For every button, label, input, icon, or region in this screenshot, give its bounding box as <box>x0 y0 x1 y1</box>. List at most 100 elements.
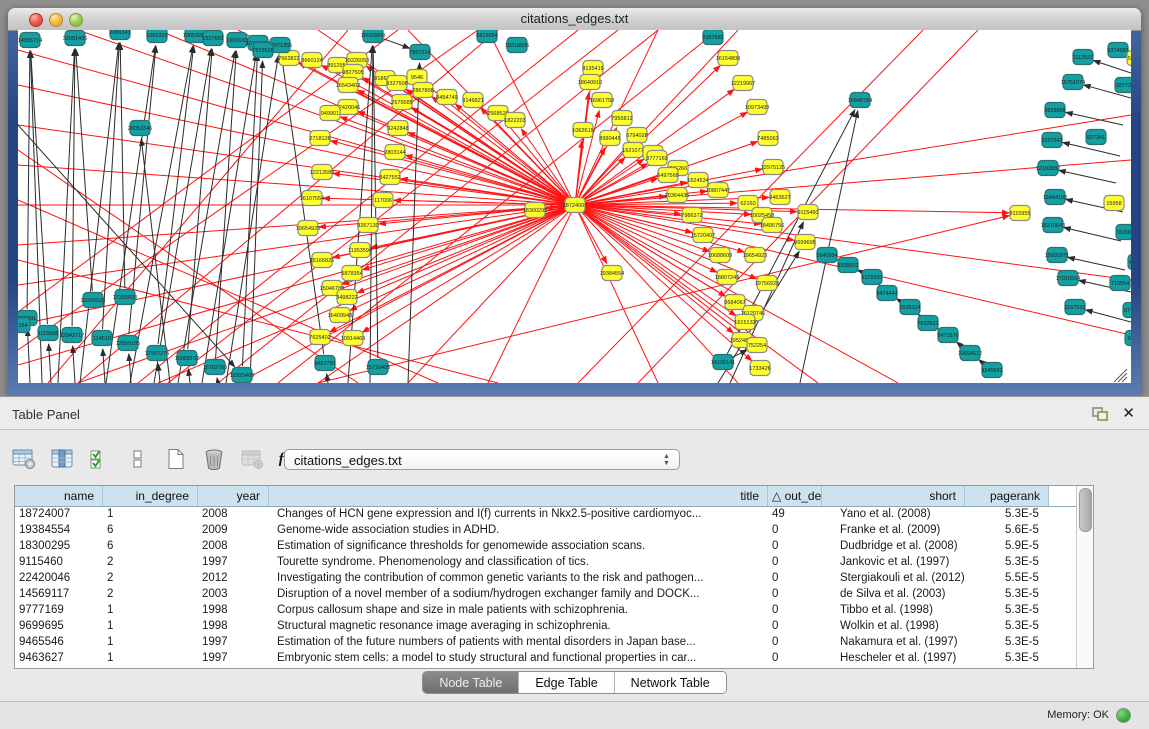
table-cell[interactable]: 1 <box>103 619 198 635</box>
table-cell[interactable]: 9777169 <box>15 603 103 619</box>
table-cell[interactable]: 6 <box>103 539 198 555</box>
graph-node[interactable]: 12444158 <box>1043 190 1067 205</box>
table-row[interactable]: 946362711997Embryonic stem cells: a mode… <box>15 651 1077 667</box>
graph-node[interactable]: 9242848 <box>387 121 408 136</box>
tab-node-table[interactable]: Node Table <box>423 672 519 693</box>
table-cell[interactable]: 9465546 <box>15 635 103 651</box>
table-cell[interactable]: 18300295 <box>15 539 103 555</box>
table-row[interactable]: 2242004622012Investigating the contribut… <box>15 571 1077 587</box>
graph-node[interactable]: 19218506 <box>505 38 529 53</box>
table-cell[interactable]: 1998 <box>198 619 269 635</box>
table-cell[interactable]: Yano et al. (2008) <box>822 507 965 523</box>
graph-node[interactable]: 8454749 <box>436 90 457 105</box>
table-cell[interactable]: Franke et al. (2009) <box>822 523 965 539</box>
graph-node[interactable]: 15958 <box>1104 196 1124 211</box>
new-table-icon[interactable] <box>162 445 190 473</box>
graph-node[interactable]: 15716485 <box>366 360 390 375</box>
graph-node[interactable]: 114519 <box>92 331 112 346</box>
graph-node[interactable]: 15751074 <box>1061 75 1085 90</box>
graph-node[interactable]: 10654112 <box>958 346 982 361</box>
graph-node[interactable]: 17016504 <box>1056 271 1080 286</box>
graph-node[interactable]: 7857224 <box>409 45 430 60</box>
close-panel-icon[interactable]: ✕ <box>1122 404 1135 422</box>
table-cell[interactable]: Tourette syndrome. Phenomenology and cla… <box>269 555 768 571</box>
graph-node[interactable]: 8267130 <box>357 218 378 233</box>
table-cell[interactable]: Dudbridge et al. (2008) <box>822 539 965 555</box>
table-cell[interactable]: 5.3E-5 <box>965 603 1049 619</box>
table-cell[interactable]: 0 <box>768 555 822 571</box>
table-cell[interactable]: 1997 <box>198 651 269 667</box>
table-cell[interactable]: 1 <box>103 635 198 651</box>
graph-node[interactable]: 10914469 <box>341 331 365 346</box>
graph-node[interactable]: 7955812 <box>611 111 632 126</box>
graph-node[interactable]: 927734 <box>1115 78 1131 93</box>
table-row[interactable]: 1830029562008Estimation of significance … <box>15 539 1077 555</box>
graph-node[interactable]: 1624534 <box>687 173 708 188</box>
delete-icon[interactable] <box>200 445 228 473</box>
graph-node[interactable]: 12505185 <box>116 336 140 351</box>
table-cell[interactable]: 5.5E-5 <box>965 571 1049 587</box>
graph-node[interactable]: 10688609 <box>708 248 732 263</box>
tab-network-table[interactable]: Network Table <box>615 672 726 693</box>
graph-node[interactable]: 12975125 <box>761 160 785 175</box>
graph-node[interactable]: 9327508 <box>386 76 407 91</box>
table-row[interactable]: 946554611997Estimation of the future num… <box>15 635 1077 651</box>
table-cell[interactable]: 14569117 <box>15 587 103 603</box>
float-panel-icon[interactable] <box>1091 406 1109 422</box>
graph-node[interactable]: 15720407 <box>691 228 715 243</box>
table-cell[interactable]: 5.9E-5 <box>965 539 1049 555</box>
table-row[interactable]: 969969511998Structural magnetic resonanc… <box>15 619 1077 635</box>
graph-node[interactable]: 16409948 <box>328 308 352 323</box>
graph-node[interactable]: 1621077 <box>622 143 643 158</box>
graph-node[interactable]: 9474444 <box>876 286 897 301</box>
network-graph[interactable]: 1872400776638228660124891295419226053982… <box>18 30 1131 383</box>
tab-edge-table[interactable]: Edge Table <box>519 672 614 693</box>
graph-node[interactable]: 14136141 <box>711 355 735 370</box>
graph-node[interactable]: 1640954 <box>816 248 837 263</box>
table-cell[interactable]: 1 <box>103 651 198 667</box>
graph-node[interactable]: 2803144 <box>384 145 405 160</box>
graph-node[interactable]: 17957275 <box>145 346 169 361</box>
table-cell[interactable]: Hescheler et al. (1997) <box>822 651 965 667</box>
table-cell[interactable]: 6 <box>103 523 198 539</box>
graph-node[interactable]: 1062615 <box>572 123 593 138</box>
graph-node[interactable]: 8990445 <box>599 131 620 146</box>
graph-node[interactable]: 5878354 <box>341 266 362 281</box>
graph-node[interactable]: 6813054 <box>476 30 497 43</box>
table-cell[interactable]: 0 <box>768 619 822 635</box>
graph-node[interactable]: 1167531 <box>1064 300 1085 315</box>
table-cell[interactable]: 22420046 <box>15 571 103 587</box>
graph-node[interactable]: 9777169 <box>646 151 667 166</box>
table-cell[interactable]: Estimation of significance thresholds fo… <box>269 539 768 555</box>
graph-node[interactable]: 19756928 <box>755 276 779 291</box>
table-cell[interactable]: Structural magnetic resonance image aver… <box>269 619 768 635</box>
graph-node[interactable]: 6497568 <box>657 168 678 183</box>
graph-node[interactable]: 12923468 <box>230 368 254 383</box>
graph-node[interactable]: 16107554 <box>300 191 324 206</box>
table-cell[interactable]: 0 <box>768 523 822 539</box>
graph-node[interactable]: 16033809 <box>361 30 385 43</box>
table-cell[interactable]: 2 <box>103 555 198 571</box>
import-table-icon[interactable] <box>238 445 266 473</box>
table-cell[interactable]: Investigating the contribution of common… <box>269 571 768 587</box>
graph-node[interactable]: 2089141 <box>109 30 130 40</box>
graph-node[interactable]: 18724007 <box>563 198 587 213</box>
table-cell[interactable]: 0 <box>768 539 822 555</box>
graph-node[interactable]: 9245652 <box>981 363 1002 378</box>
graph-node[interactable]: 827341 <box>1086 130 1106 145</box>
graph-node[interactable]: 8135419 <box>582 61 603 76</box>
table-row[interactable]: 1456911722003Disruption of a novel membe… <box>15 587 1077 603</box>
table-cell[interactable]: 9699695 <box>15 619 103 635</box>
graph-node[interactable]: 8938923 <box>837 258 858 273</box>
table-cell[interactable]: 5.6E-5 <box>965 523 1049 539</box>
table-cell[interactable]: 2009 <box>198 523 269 539</box>
table-cell[interactable]: 2012 <box>198 571 269 587</box>
column-header-out_de[interactable]: △ out_de... <box>768 486 822 506</box>
table-cell[interactable]: 49 <box>768 507 822 523</box>
graph-node[interactable]: 9115460 <box>797 205 818 220</box>
graph-node[interactable]: 993907 <box>1116 225 1131 240</box>
graph-node[interactable]: 12042717 <box>60 328 84 343</box>
graph-node[interactable]: 8471876 <box>937 328 958 343</box>
graph-node[interactable]: 12213589 <box>310 165 334 180</box>
graph-node[interactable]: 9457791 <box>314 356 335 371</box>
